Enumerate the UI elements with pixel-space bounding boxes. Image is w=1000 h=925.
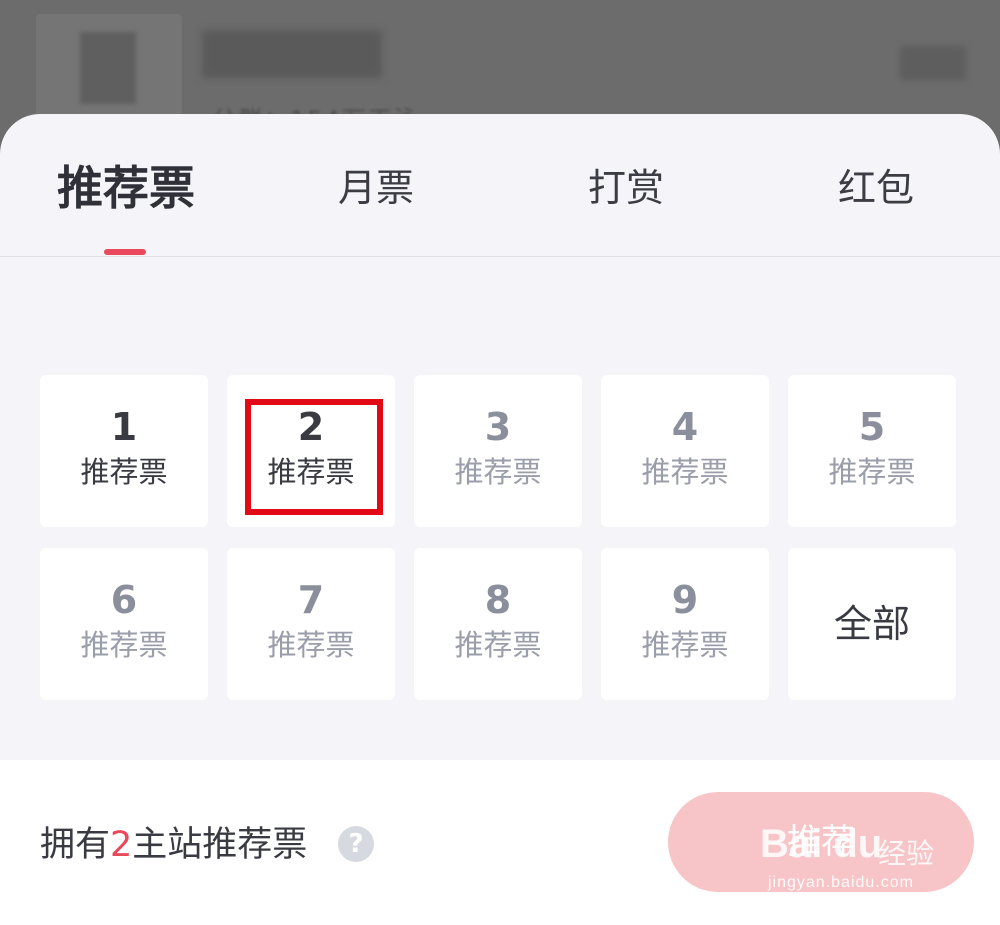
option-6-ticket[interactable]: 6 推荐票 bbox=[40, 548, 208, 700]
option-number: 6 bbox=[110, 578, 138, 622]
option-label: 推荐票 bbox=[267, 628, 355, 662]
recommend-submit-button[interactable]: 推荐 bbox=[668, 792, 974, 892]
book-title-blurred bbox=[202, 30, 382, 78]
option-number: 5 bbox=[858, 405, 886, 449]
option-label: 推荐票 bbox=[454, 628, 542, 662]
header-action-blurred bbox=[900, 46, 966, 80]
option-all-tickets[interactable]: 全部 bbox=[788, 548, 956, 700]
option-4-ticket[interactable]: 4 推荐票 bbox=[601, 375, 769, 527]
option-label: 推荐票 bbox=[828, 455, 916, 489]
option-number: 8 bbox=[484, 578, 512, 622]
book-cover-image bbox=[36, 14, 182, 126]
option-9-ticket[interactable]: 9 推荐票 bbox=[601, 548, 769, 700]
option-7-ticket[interactable]: 7 推荐票 bbox=[227, 548, 395, 700]
tab-reward[interactable]: 打赏 bbox=[574, 158, 678, 218]
option-label: 推荐票 bbox=[80, 455, 168, 489]
option-5-ticket[interactable]: 5 推荐票 bbox=[788, 375, 956, 527]
option-number: 9 bbox=[671, 578, 699, 622]
vote-bottom-sheet: 推荐票 月票 打赏 红包 1 推荐票 2 推荐票 3 推荐票 4 推荐票 5 推… bbox=[0, 114, 1000, 925]
option-label: 推荐票 bbox=[80, 628, 168, 662]
option-number: 3 bbox=[484, 405, 512, 449]
tab-recommend-ticket[interactable]: 推荐票 bbox=[44, 158, 208, 218]
option-label: 全部 bbox=[833, 602, 910, 646]
owned-suffix: 主站推荐票 bbox=[132, 825, 308, 865]
option-number: 7 bbox=[297, 578, 325, 622]
option-1-ticket[interactable]: 1 推荐票 bbox=[40, 375, 208, 527]
option-label: 推荐票 bbox=[454, 455, 542, 489]
option-2-ticket[interactable]: 2 推荐票 bbox=[227, 375, 395, 527]
option-number: 1 bbox=[110, 405, 138, 449]
option-label: 推荐票 bbox=[641, 628, 729, 662]
option-3-ticket[interactable]: 3 推荐票 bbox=[414, 375, 582, 527]
option-8-ticket[interactable]: 8 推荐票 bbox=[414, 548, 582, 700]
option-label: 推荐票 bbox=[641, 455, 729, 489]
help-question-icon[interactable]: ? bbox=[338, 826, 374, 862]
owned-tickets-text: 拥有2主站推荐票 bbox=[40, 824, 307, 866]
owned-prefix: 拥有 bbox=[40, 825, 111, 865]
selection-highlight-box bbox=[245, 399, 383, 515]
vote-footer: 拥有2主站推荐票 ? 推荐 bbox=[0, 760, 1000, 925]
owned-count: 2 bbox=[110, 825, 133, 865]
active-tab-indicator bbox=[104, 249, 146, 255]
tab-bar: 推荐票 月票 打赏 红包 bbox=[0, 114, 1000, 257]
tab-monthly-ticket[interactable]: 月票 bbox=[324, 158, 428, 218]
tab-red-packet[interactable]: 红包 bbox=[824, 158, 928, 218]
option-number: 4 bbox=[671, 405, 699, 449]
